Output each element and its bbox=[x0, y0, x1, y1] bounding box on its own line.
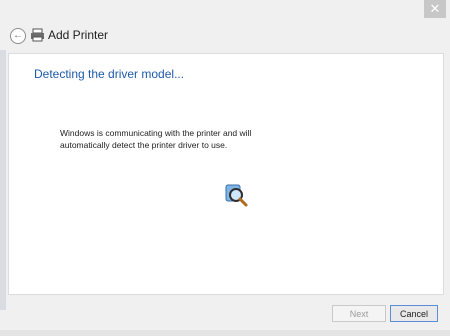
content-pane bbox=[8, 53, 444, 295]
page-heading: Detecting the driver model... bbox=[34, 67, 185, 81]
status-message: Windows is communicating with the printe… bbox=[60, 128, 252, 150]
window-edge bbox=[0, 50, 6, 310]
window-title: Add Printer bbox=[48, 28, 109, 42]
back-button[interactable]: ← bbox=[10, 28, 26, 44]
cancel-button[interactable]: Cancel bbox=[390, 305, 438, 322]
back-arrow-icon: ← bbox=[13, 30, 23, 41]
next-button[interactable]: Next bbox=[332, 305, 386, 322]
bottom-edge bbox=[0, 330, 450, 336]
close-button[interactable]: ✕ bbox=[424, 0, 446, 18]
printer-icon bbox=[31, 28, 44, 42]
add-printer-dialog: ✕ ← Add Printer Detecting the driver mod… bbox=[0, 0, 450, 336]
title-bar bbox=[0, 0, 450, 20]
magnifier-search-icon bbox=[225, 184, 248, 207]
